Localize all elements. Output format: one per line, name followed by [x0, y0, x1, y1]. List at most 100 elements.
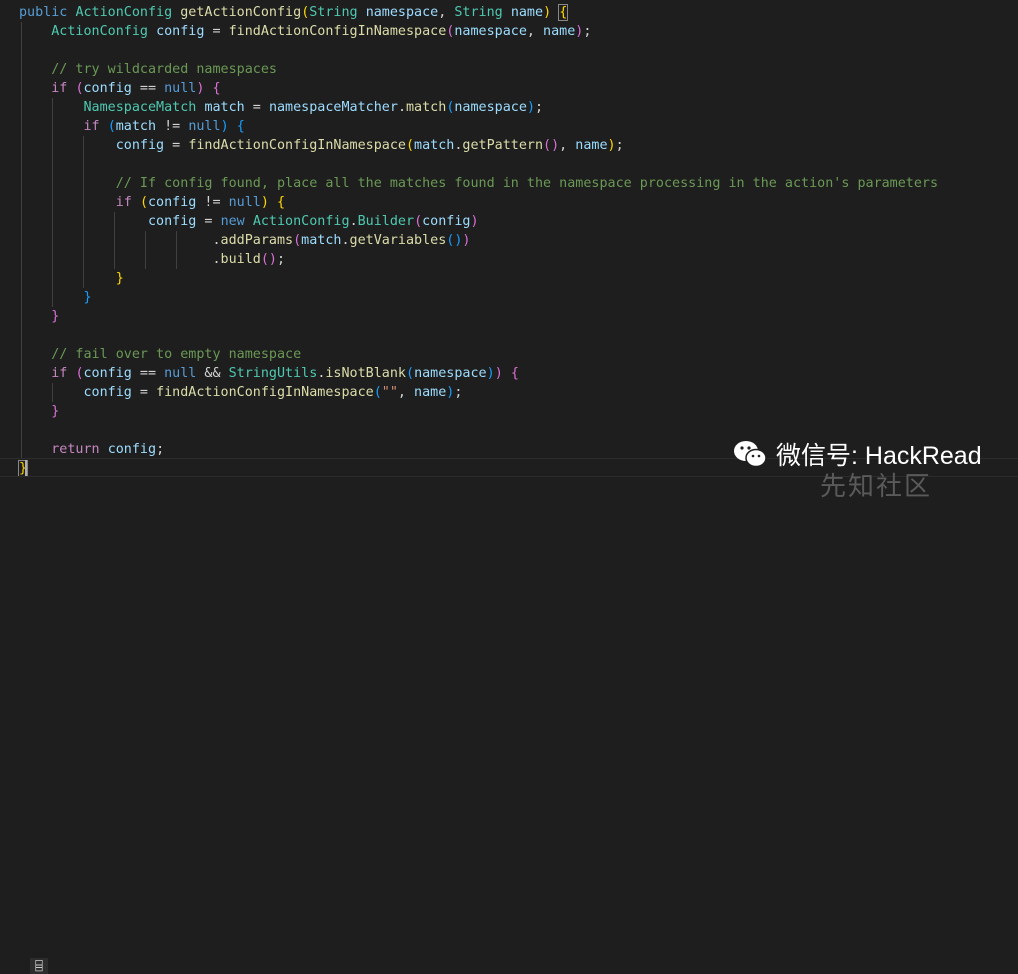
code-token: .	[212, 233, 221, 248]
code-line[interactable]: ActionConfig config = findActionConfigIn…	[0, 22, 1018, 41]
code-token: &&	[196, 366, 229, 381]
code-token: getActionConfig	[180, 5, 302, 20]
code-token: null	[164, 366, 197, 381]
code-token: String	[309, 5, 358, 20]
code-token: findActionConfigInNamespace	[156, 385, 374, 400]
code-text: config = findActionConfigInNamespace(mat…	[19, 136, 624, 155]
code-token: new	[220, 214, 245, 229]
code-line[interactable]: config = findActionConfigInNamespace("",…	[0, 383, 1018, 402]
code-token: NamespaceMatch	[83, 100, 197, 115]
code-token: namespaceMatcher	[268, 100, 398, 115]
code-text: }	[19, 288, 92, 307]
code-text: ActionConfig config = findActionConfigIn…	[19, 22, 591, 41]
code-token: return	[51, 442, 100, 457]
code-text: NamespaceMatch match = namespaceMatcher.…	[19, 98, 544, 117]
code-line[interactable]: if (config == null && StringUtils.isNotB…	[0, 364, 1018, 383]
code-token: StringUtils	[228, 366, 318, 381]
code-line[interactable]: }	[0, 288, 1018, 307]
code-text: .build();	[19, 250, 285, 269]
indent-guide	[21, 326, 22, 345]
code-token: =	[204, 24, 229, 39]
code-token: config	[115, 138, 165, 153]
indent-guide	[21, 41, 22, 60]
code-line[interactable]: public ActionConfig getActionConfig(Stri…	[0, 3, 1018, 22]
code-line[interactable]: if (match != null) {	[0, 117, 1018, 136]
code-line[interactable]: // fail over to empty namespace	[0, 345, 1018, 364]
code-line[interactable]: .build();	[0, 250, 1018, 269]
text-caret	[25, 460, 27, 476]
code-token: null	[188, 119, 221, 134]
code-line[interactable]	[0, 41, 1018, 60]
code-line[interactable]: }	[0, 402, 1018, 421]
code-token: config	[156, 24, 205, 39]
code-line[interactable]	[0, 326, 1018, 345]
code-line[interactable]: }	[0, 307, 1018, 326]
code-line[interactable]: }	[0, 269, 1018, 288]
code-line[interactable]: .addParams(match.getVariables())	[0, 231, 1018, 250]
code-token: ;	[156, 442, 165, 457]
code-token: namespace	[454, 100, 527, 115]
code-text: // fail over to empty namespace	[19, 345, 301, 364]
code-line[interactable]: if (config == null) {	[0, 79, 1018, 98]
code-token: isNotBlank	[325, 366, 406, 381]
code-text: }	[19, 402, 59, 421]
code-token: ActionConfig	[51, 24, 148, 39]
code-text: if (match != null) {	[19, 117, 245, 136]
code-line[interactable]: // If config found, place all the matche…	[0, 174, 1018, 193]
code-token: getVariables	[349, 233, 447, 248]
code-token: ()	[446, 233, 463, 248]
code-line[interactable]: // try wildcarded namespaces	[0, 60, 1018, 79]
code-token: namespace	[365, 5, 439, 20]
code-line[interactable]	[0, 155, 1018, 174]
code-line[interactable]: NamespaceMatch match = namespaceMatcher.…	[0, 98, 1018, 117]
code-text: // try wildcarded namespaces	[19, 60, 277, 79]
code-token: namespace	[414, 366, 487, 381]
code-token: ActionConfig	[75, 5, 173, 20]
code-line[interactable]: config = new ActionConfig.Builder(config…	[0, 212, 1018, 231]
code-token: ()	[543, 138, 560, 153]
code-token: config	[148, 195, 197, 210]
code-token: ==	[131, 81, 165, 96]
code-token: config	[107, 442, 157, 457]
code-lens-icon[interactable]: ⌸	[30, 958, 48, 974]
indent-guide	[21, 421, 22, 440]
code-token: if	[51, 81, 68, 96]
code-token: ;	[615, 138, 624, 153]
code-token: ,	[526, 24, 544, 39]
code-token: {	[558, 4, 569, 21]
code-token: =	[131, 385, 157, 400]
code-token: (	[107, 119, 116, 134]
code-token: ""	[381, 385, 398, 400]
code-line[interactable]: if (config != null) {	[0, 193, 1018, 212]
code-token: (	[373, 385, 382, 400]
code-token: )	[220, 119, 229, 134]
code-token: (	[75, 366, 84, 381]
code-token: {	[510, 366, 519, 381]
code-token: (	[406, 366, 415, 381]
code-token: {	[277, 195, 286, 210]
code-token: )	[543, 5, 552, 20]
code-token: (	[139, 195, 148, 210]
code-line[interactable]: config = findActionConfigInNamespace(mat…	[0, 136, 1018, 155]
code-text: return config;	[19, 440, 164, 459]
code-token: name	[543, 24, 576, 39]
code-token: build	[220, 252, 261, 267]
code-editor[interactable]: public ActionConfig getActionConfig (Stri…	[0, 0, 1018, 498]
code-text: .addParams(match.getVariables())	[19, 231, 470, 250]
code-token: null	[228, 195, 261, 210]
code-token: // fail over to empty namespace	[51, 347, 302, 362]
code-token: (	[293, 233, 302, 248]
